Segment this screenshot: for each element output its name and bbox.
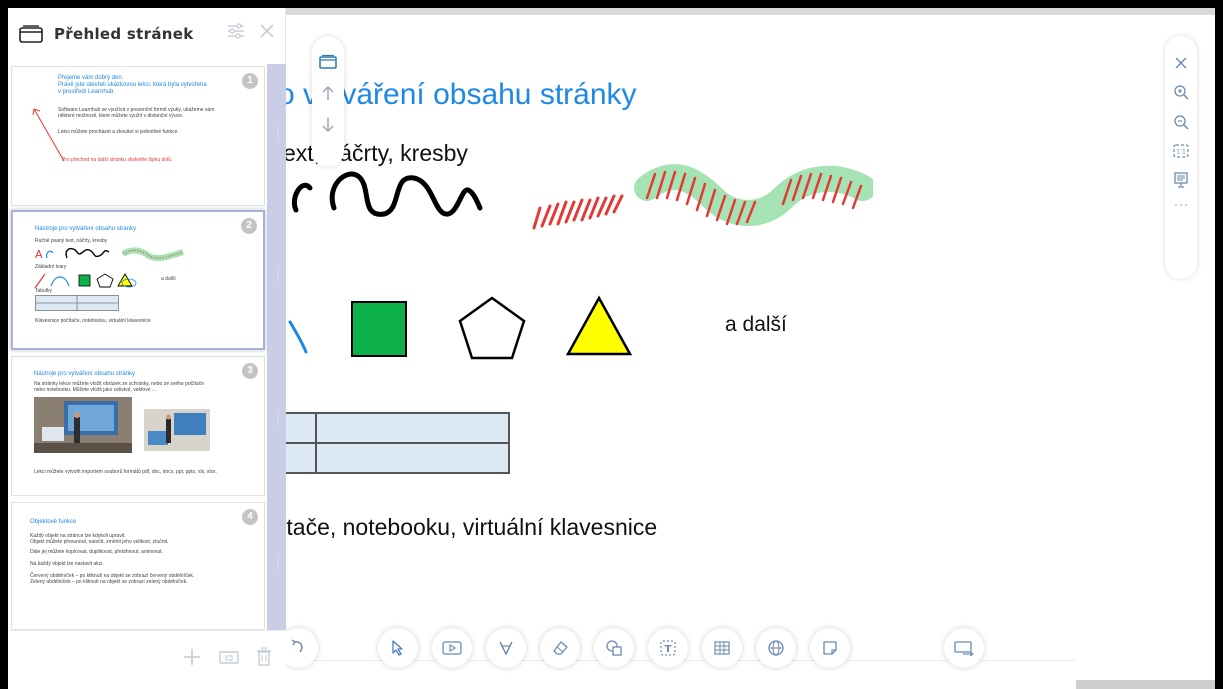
page-navigation — [312, 36, 344, 167]
green-square-shape[interactable] — [350, 300, 408, 358]
pen-icon — [497, 639, 515, 657]
svg-text:A: A — [35, 248, 43, 261]
web-tool-button[interactable] — [756, 628, 796, 668]
eraser-tool-button[interactable] — [540, 628, 580, 668]
drag-handle[interactable]: ⋮ ⋮ — [273, 126, 283, 146]
select-tool-button[interactable] — [378, 628, 418, 668]
thumb-line: Tabulky — [35, 288, 52, 294]
thumb-photo-classroom — [34, 397, 132, 453]
delete-icon[interactable] — [256, 647, 272, 667]
slide-subtitle-keyboard[interactable]: ítače, notebooku, virtuální klavesnice — [280, 514, 657, 541]
shapes-tool-button[interactable] — [594, 628, 634, 668]
panel-title: Přehled stránek — [54, 25, 194, 43]
text-tool-button[interactable]: T — [648, 628, 688, 668]
settings-sliders-icon[interactable] — [226, 22, 246, 40]
thumb-table-preview — [35, 295, 119, 311]
pages-icon[interactable] — [318, 54, 338, 70]
sticky-note-icon — [822, 640, 838, 656]
panel-actions — [226, 22, 276, 40]
drag-handle[interactable]: ⋮ ⋮ — [273, 268, 283, 288]
footer-actions — [182, 647, 272, 667]
arrow-up-icon[interactable] — [320, 84, 336, 102]
page-number-badge: 2 — [241, 218, 257, 234]
thumb-title: Nástroje pro vytváření obsahu stránky — [35, 226, 137, 232]
page-number-badge: 1 — [242, 73, 258, 89]
yellow-triangle-shape[interactable] — [564, 294, 634, 358]
thumb-line: Dále jej můžete kopírovat, duplikovat, p… — [30, 549, 163, 555]
thumb-line: nebo notebooku. Můžete vložit jako celis… — [34, 387, 157, 393]
zoom-out-icon[interactable] — [1173, 114, 1189, 130]
more-dots-icon[interactable] — [1173, 202, 1189, 208]
arrow-down-icon[interactable] — [320, 116, 336, 134]
thumb-line: Objekt můžete přesunout, natočit, změnit… — [30, 539, 169, 545]
thumb-line: a další — [161, 276, 176, 282]
thumb-title: Přejeme vám dobrý den. Právě jste otevře… — [58, 75, 207, 95]
thumb-ink-preview: A — [35, 247, 184, 262]
thumb-line: Lekci můžete vytvořit importem souborů f… — [34, 469, 217, 475]
sticky-note-tool-button[interactable] — [810, 628, 850, 668]
drag-handle[interactable]: ⋮ ⋮ — [273, 412, 283, 432]
panel-footer — [8, 630, 286, 689]
blue-arc-shape[interactable] — [288, 318, 308, 354]
zoom-in-icon[interactable] — [1173, 84, 1189, 100]
svg-text:1:1: 1:1 — [1176, 149, 1186, 156]
page-number-badge: 3 — [242, 363, 258, 379]
screen-share-button[interactable] — [944, 628, 984, 668]
top-border — [286, 8, 1215, 15]
drag-handle[interactable]: ⋮ ⋮ — [273, 556, 283, 576]
svg-text:T: T — [665, 644, 672, 655]
close-icon[interactable] — [258, 22, 276, 40]
page-thumbnail-icon[interactable] — [218, 649, 240, 665]
thumb-shapes-preview — [34, 273, 137, 289]
zoom-toolbar: 1:1 — [1165, 36, 1197, 279]
zoom-100-icon[interactable]: 1:1 — [1173, 144, 1189, 158]
hatch-stroke[interactable] — [528, 188, 628, 232]
slide-subtitle-handwriting[interactable]: ext, náčrty, kresby — [283, 140, 468, 167]
thumb-line: Klávesnice počítače, notebooku, virtuáln… — [35, 318, 151, 324]
thumb-title: Nástroje pro vytváření obsahu stránky — [34, 371, 136, 377]
text-icon: T — [659, 639, 677, 657]
web-icon — [767, 639, 785, 657]
table-object[interactable] — [278, 412, 510, 474]
page-number-badge: 4 — [242, 509, 258, 525]
presentation-icon[interactable] — [1173, 172, 1189, 188]
close-icon[interactable] — [1174, 56, 1188, 70]
add-page-icon[interactable] — [182, 647, 202, 667]
thumb-title: Objektové funkce — [30, 519, 77, 525]
page-thumbnail-4[interactable]: 4 Objektové funkce Každý objekt na strán… — [11, 502, 265, 630]
highlighter-wave[interactable] — [633, 158, 873, 238]
screen-share-icon — [954, 640, 974, 656]
pages-icon — [18, 24, 44, 44]
page-overview-panel: Přehled stránek ⋮ ⋮ ⋮ ⋮ ⋮ ⋮ ⋮ ⋮ 1 Přejeme vá… — [8, 8, 286, 689]
panel-header: Přehled stránek — [8, 8, 286, 60]
thumb-line: Pro přechod na další stránku stiskněte š… — [62, 157, 173, 163]
thumb-line: Lekci můžete procházet a zkoušet si jedn… — [58, 129, 179, 135]
media-tool-button[interactable] — [432, 628, 472, 668]
media-icon — [442, 641, 462, 655]
shapes-more-label[interactable]: a další — [725, 313, 787, 337]
thumbnail-scrollbar[interactable] — [267, 64, 286, 630]
thumb-red-arrow — [32, 108, 65, 162]
bottom-edge — [1076, 680, 1215, 689]
shapes-icon — [605, 639, 623, 657]
thumbnail-list: 1 Přejeme vám dobrý den. Právě jste otev… — [8, 64, 268, 630]
pen-tool-button[interactable] — [486, 628, 526, 668]
table-icon — [714, 641, 730, 655]
app-window: o vytváření obsahu stránky ext, náčrty, … — [8, 8, 1215, 689]
page-thumbnail-2[interactable]: 2 Nástroje pro vytváření obsahu stránky … — [11, 210, 265, 350]
select-pointer-icon — [390, 639, 406, 657]
thumb-line: Zelený obdélníček – po kliknutí na objek… — [30, 579, 188, 585]
thumb-line: některé možnosti, které můžete využít v … — [58, 113, 184, 119]
ink-squiggle[interactable] — [288, 168, 488, 228]
thumb-photo-tablet — [144, 409, 210, 451]
page-thumbnail-1[interactable]: 1 Přejeme vám dobrý den. Právě jste otev… — [11, 66, 265, 206]
page-thumbnail-3[interactable]: 3 Nástroje pro vytváření obsahu stránky … — [11, 356, 265, 496]
redo-icon — [289, 639, 307, 657]
table-tool-button[interactable] — [702, 628, 742, 668]
eraser-icon — [551, 639, 569, 657]
thumb-line: Na každý objekt lze nastavit akci. — [30, 561, 104, 567]
pentagon-shape[interactable] — [456, 294, 528, 362]
